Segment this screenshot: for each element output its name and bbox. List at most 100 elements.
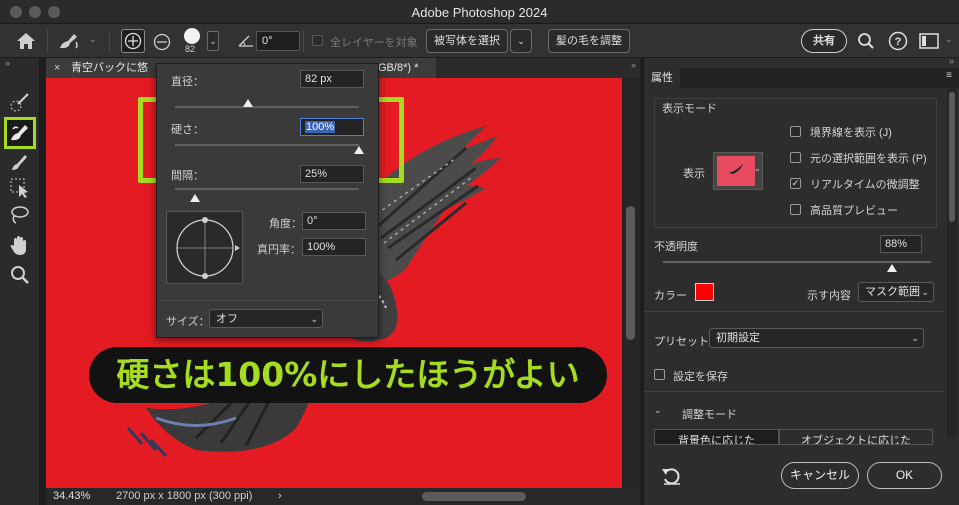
lasso-tool-icon[interactable]	[8, 203, 32, 227]
expand-panel-icon[interactable]: »	[631, 60, 636, 70]
opacity-input[interactable]: 88%	[880, 235, 922, 253]
view-label: 表示	[683, 168, 705, 180]
realtime-refinement-checkbox[interactable]: ✓	[790, 178, 801, 189]
show-original-label: 元の選択範囲を表示 (P)	[810, 153, 927, 165]
angle-input-popup[interactable]: 0°	[302, 212, 366, 230]
tool-preset-brush-icon[interactable]	[56, 30, 84, 52]
shows-dropdown[interactable]: マスク範囲 ⌄	[858, 282, 934, 302]
show-original-checkbox[interactable]	[790, 152, 801, 163]
select-subject-dropdown[interactable]: ⌄	[510, 29, 532, 53]
panel-scroll-thumb[interactable]	[949, 92, 955, 222]
document-tab-title: 青空バックに悠	[71, 62, 148, 74]
angle-icon	[238, 35, 253, 47]
select-subject-button[interactable]: 被写体を選択	[426, 29, 508, 53]
overlay-color-swatch[interactable]	[695, 283, 714, 301]
roundness-label: 真円率：	[257, 244, 301, 256]
spacing-label: 間隔：	[171, 170, 204, 182]
chevron-down-icon[interactable]: ⌄	[89, 34, 97, 45]
title-bar: Adobe Photoshop 2024	[0, 0, 959, 24]
adjust-mode-chevron-icon[interactable]: ⌄	[654, 405, 662, 416]
opacity-slider-thumb[interactable]	[887, 264, 897, 272]
panel-menu-icon[interactable]: ≡	[946, 70, 952, 81]
hardness-slider-track[interactable]	[175, 144, 359, 146]
brush-settings-popup: 直径： 82 px 硬さ： 100% 間隔： 25% 角度： 0° 真円率： 1…	[156, 63, 379, 338]
workspace-icon[interactable]	[919, 33, 939, 49]
size-control-dropdown[interactable]: オフ ⌄	[209, 309, 323, 328]
panel-scrollbar[interactable]	[947, 88, 957, 438]
view-mode-thumbnail[interactable]: ⌄	[713, 152, 763, 190]
tab-properties[interactable]: 属性	[644, 68, 680, 88]
options-bar: ⌄ 82 ⌄ 0° 全レイヤーを対象 被写体を選択 ⌄ 髪の毛を調整 共有 ? …	[0, 24, 959, 58]
refine-hair-button[interactable]: 髪の毛を調整	[548, 29, 630, 53]
size-control-value: オフ	[216, 313, 238, 325]
document-tab-suffix: GB/8*) *	[378, 62, 419, 74]
workspace-chevron-icon[interactable]: ⌄	[945, 34, 953, 45]
ok-button[interactable]: OK	[867, 462, 942, 489]
hardness-slider-thumb[interactable]	[354, 146, 364, 154]
all-layers-label: 全レイヤーを対象	[330, 37, 418, 49]
all-layers-checkbox[interactable]	[312, 35, 323, 46]
annotation-caption: 硬さは100%にしたほうがよい	[89, 347, 607, 403]
hand-tool-icon[interactable]	[8, 234, 32, 258]
brush-options-dropdown-button[interactable]: ⌄	[207, 31, 219, 51]
window-title: Adobe Photoshop 2024	[411, 5, 548, 20]
size-label: サイズ：	[166, 316, 210, 328]
brush-tool-icon[interactable]	[8, 150, 32, 174]
brush-size-value: 82	[185, 44, 196, 54]
quick-selection-tool-icon[interactable]	[8, 90, 32, 114]
high-quality-preview-label: 高品質プレビュー	[810, 205, 898, 217]
diameter-slider-track[interactable]	[175, 106, 359, 108]
diameter-input[interactable]: 82 px	[300, 70, 364, 88]
brush-size-preview[interactable]	[184, 28, 200, 44]
refine-edge-brush-icon	[11, 125, 28, 141]
reset-icon[interactable]	[661, 466, 683, 486]
object-selection-tool-icon[interactable]	[8, 176, 32, 200]
spacing-slider-track[interactable]	[175, 188, 359, 190]
status-bar: 34.43% 2700 px x 1800 px (300 ppi) ›	[46, 488, 640, 505]
vertical-scroll-thumb[interactable]	[626, 206, 635, 340]
brush-tip-shape-preview[interactable]	[166, 211, 243, 284]
refine-edge-brush-tool[interactable]	[4, 117, 36, 149]
show-edge-checkbox[interactable]	[790, 126, 801, 137]
status-menu-chevron-icon[interactable]: ›	[278, 488, 282, 505]
shows-label: 示す内容	[807, 290, 851, 302]
panel-collapse-icon[interactable]: »	[949, 56, 954, 66]
preset-label: プリセット	[654, 336, 709, 348]
roundness-input[interactable]: 100%	[302, 238, 366, 256]
opacity-slider-track[interactable]	[663, 261, 931, 263]
canvas-vertical-scrollbar[interactable]	[622, 78, 640, 488]
document-dimensions: 2700 px x 1800 px (300 ppi)	[116, 490, 253, 502]
opacity-label: 不透明度	[654, 241, 698, 253]
add-to-selection-button[interactable]	[121, 29, 145, 53]
diameter-label: 直径：	[171, 76, 204, 88]
collapse-panel-icon[interactable]: »	[5, 58, 10, 68]
color-aware-button[interactable]: 背景色に応じた	[654, 429, 779, 445]
tools-panel: »	[0, 58, 40, 505]
preset-value: 初期設定	[716, 332, 760, 344]
home-icon[interactable]	[16, 32, 36, 50]
object-aware-button[interactable]: オブジェクトに応じた	[779, 429, 933, 445]
search-icon[interactable]	[857, 32, 875, 50]
subtract-from-selection-icon[interactable]	[151, 31, 173, 53]
diameter-slider-thumb[interactable]	[243, 99, 253, 107]
horizontal-scroll-thumb[interactable]	[422, 492, 526, 501]
hardness-value-selected: 100%	[305, 121, 336, 133]
cancel-button[interactable]: キャンセル	[781, 462, 859, 489]
close-tab-icon[interactable]: ×	[54, 58, 60, 78]
angle-input[interactable]: 0°	[256, 31, 300, 51]
spacing-input[interactable]: 25%	[300, 165, 364, 183]
save-settings-label: 設定を保存	[673, 371, 728, 383]
help-icon[interactable]: ?	[888, 31, 908, 51]
preset-dropdown[interactable]: 初期設定 ⌄	[709, 328, 924, 348]
show-edge-label: 境界線を表示 (J)	[810, 127, 892, 139]
zoom-level[interactable]: 34.43%	[53, 488, 90, 505]
hardness-input[interactable]: 100%	[300, 118, 364, 136]
save-settings-checkbox[interactable]	[654, 369, 665, 380]
share-button[interactable]: 共有	[801, 29, 847, 53]
properties-panel: » 属性 ≡ 表示モード 表示 ⌄ 境界線を表示 (J) 元の選択範囲を表示 (…	[643, 56, 959, 505]
shows-value: マスク範囲	[865, 286, 920, 298]
spacing-slider-thumb[interactable]	[190, 194, 200, 202]
chevron-down-icon: ⌄	[921, 287, 929, 297]
zoom-tool-icon[interactable]	[8, 263, 32, 287]
high-quality-preview-checkbox[interactable]	[790, 204, 801, 215]
